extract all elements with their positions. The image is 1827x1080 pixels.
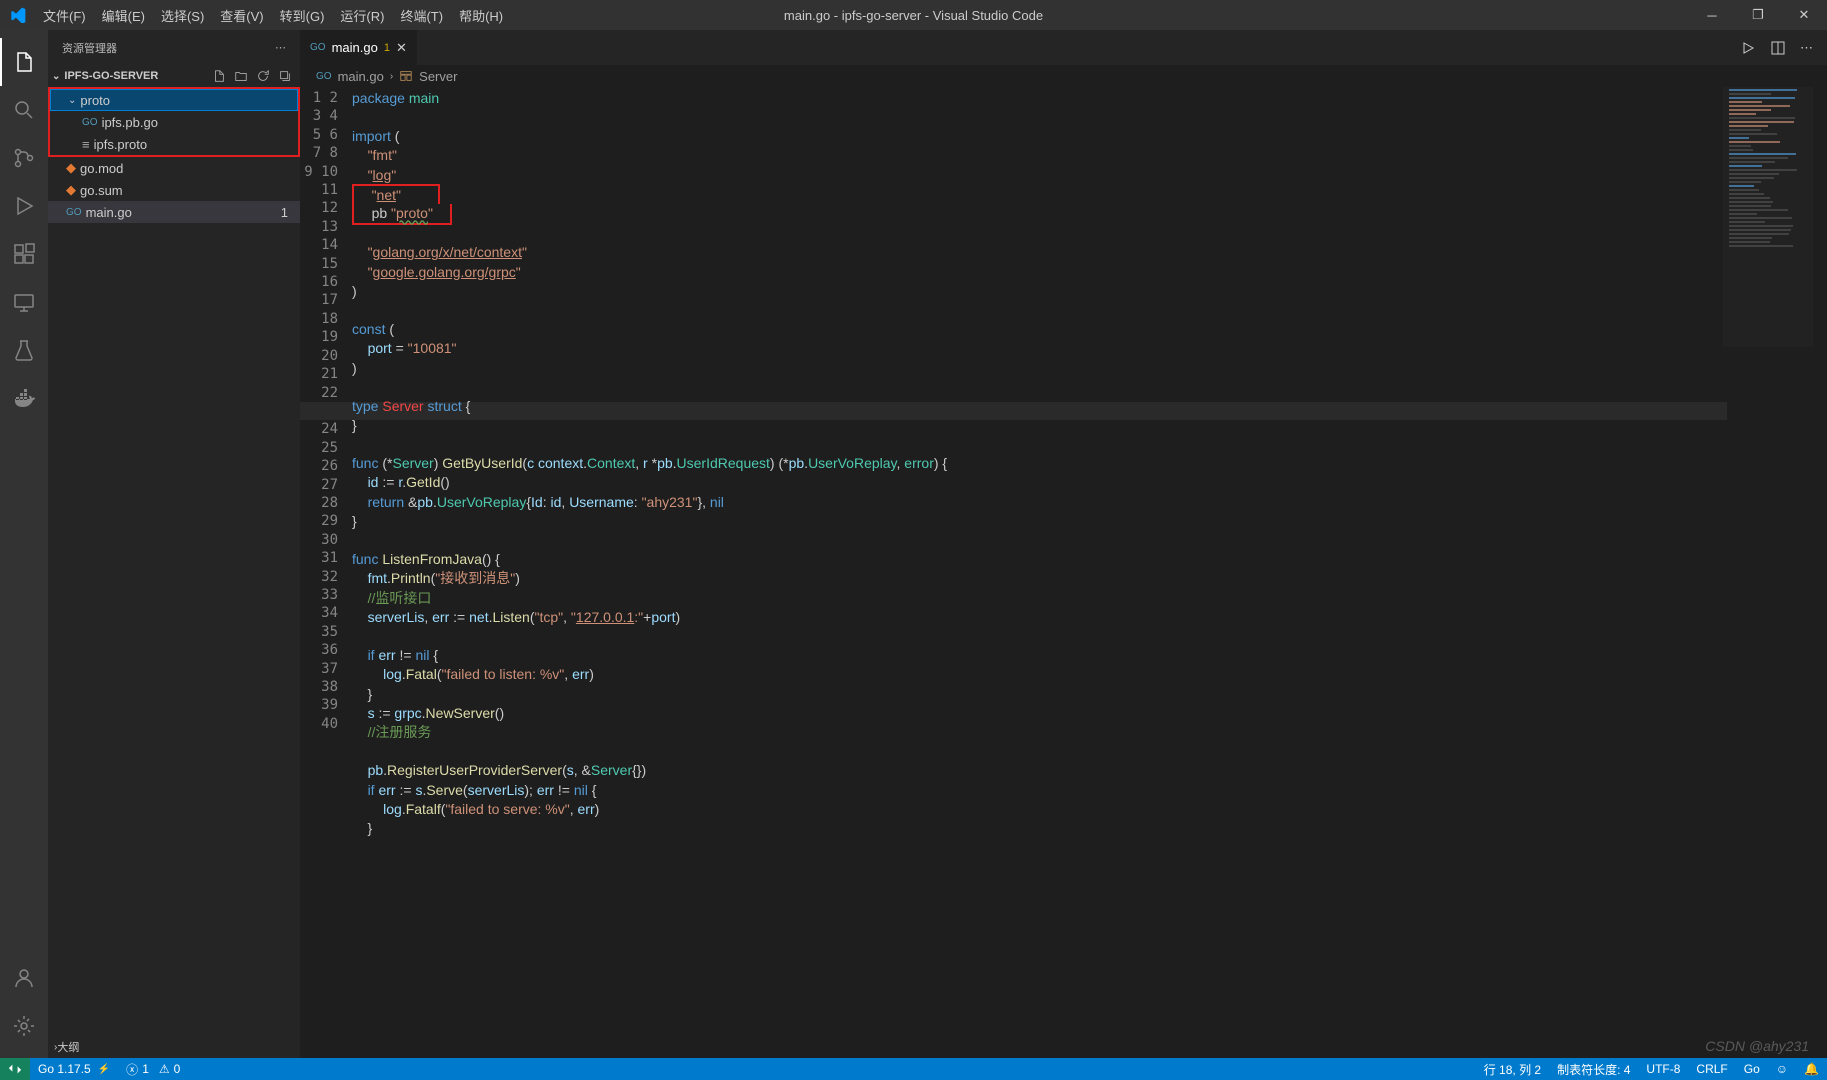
menu-item[interactable]: 终端(T) [392,0,451,30]
editor-area: GO main.go 1 ✕ ⋯ GO main.go › Server 1 2… [300,30,1827,1058]
menu-item[interactable]: 运行(R) [332,0,392,30]
line-numbers: 1 2 3 4 5 6 7 8 9 10 11 12 13 14 15 16 1… [300,87,352,1058]
testing-icon[interactable] [0,326,48,374]
menu-item[interactable]: 转到(G) [272,0,333,30]
maximize-button[interactable]: ❐ [1735,0,1781,30]
struct-icon [399,69,413,83]
status-bar: Go 1.17.5⚡ ⓧ1 ⚠0 行 18, 列 2 制表符长度: 4 UTF-… [0,1058,1827,1080]
extensions-icon[interactable] [0,230,48,278]
menu-item[interactable]: 编辑(E) [94,0,153,30]
docker-icon[interactable] [0,374,48,422]
new-folder-icon[interactable] [234,69,248,83]
chevron-down-icon: ⌄ [68,95,76,106]
file-icon: ◆ [66,182,76,198]
tree-item-label: main.go [86,205,132,220]
tree-item-label: go.mod [80,161,123,176]
tree-item-ipfs-proto[interactable]: ≡ ipfs.proto [50,133,298,155]
tree-item-ipfs-pb-go[interactable]: GO ipfs.pb.go [50,111,298,133]
more-icon[interactable]: ⋯ [275,41,286,54]
split-editor-icon[interactable] [1770,40,1786,56]
activity-bar [0,30,48,1058]
chevron-down-icon: ⌄ [52,71,60,82]
breadcrumb-symbol[interactable]: Server [419,69,457,84]
remote-indicator[interactable] [0,1058,30,1080]
status-encoding[interactable]: UTF-8 [1638,1058,1688,1080]
code-body[interactable]: package main import ( "fmt" "log" "net" … [352,87,1827,1058]
file-tree: ⌄ proto GO ipfs.pb.go ≡ ipfs.proto ◆ go.mod ◆ go.… [48,87,300,223]
status-feedback-icon[interactable]: ☺ [1768,1058,1796,1080]
remote-explorer-icon[interactable] [0,278,48,326]
tree-item-label: proto [80,93,110,108]
refresh-icon[interactable] [256,69,270,83]
status-notifications-icon[interactable]: 🔔 [1796,1058,1827,1080]
tab-bar: GO main.go 1 ✕ ⋯ [300,30,1827,65]
account-icon[interactable] [0,954,48,1002]
menu-item[interactable]: 文件(F) [35,0,94,30]
vscode-logo-icon [0,7,35,23]
tree-item-proto[interactable]: ⌄ proto [50,89,298,111]
search-icon[interactable] [0,86,48,134]
go-file-icon: GO [66,207,82,218]
outline-section[interactable]: › 大纲 [48,1036,300,1058]
menu-bar: 文件(F)编辑(E)选择(S)查看(V)转到(G)运行(R)终端(T)帮助(H) [35,0,511,30]
close-button[interactable]: ✕ [1781,0,1827,30]
menu-item[interactable]: 选择(S) [153,0,212,30]
tree-item-badge: 1 [281,205,288,220]
new-file-icon[interactable] [212,69,226,83]
menu-item[interactable]: 查看(V) [212,0,271,30]
status-eol[interactable]: CRLF [1688,1058,1735,1080]
tab-problems-badge: 1 [384,42,390,54]
sidebar-title: 资源管理器 ⋯ [48,30,300,65]
tab-label: main.go [332,40,378,55]
status-lang[interactable]: Go [1736,1058,1768,1080]
status-problems[interactable]: ⓧ1 ⚠0 [118,1058,188,1080]
tree-item-main-go[interactable]: GO main.go 1 [48,201,300,223]
folder-section-header[interactable]: ⌄ IPFS-GO-SERVER [48,65,300,87]
go-file-icon: GO [316,71,332,82]
breadcrumb-file[interactable]: main.go [338,69,384,84]
tree-item-go-sum[interactable]: ◆ go.sum [48,179,300,201]
window-title: main.go - ipfs-go-server - Visual Studio… [784,8,1043,23]
debug-icon[interactable] [0,182,48,230]
menu-item[interactable]: 帮助(H) [451,0,511,30]
tab-main-go[interactable]: GO main.go 1 ✕ [300,30,418,65]
minimap[interactable] [1723,87,1813,347]
run-icon[interactable] [1740,40,1756,56]
collapse-all-icon[interactable] [278,69,292,83]
go-file-icon: GO [82,117,98,128]
title-bar: 文件(F)编辑(E)选择(S)查看(V)转到(G)运行(R)终端(T)帮助(H)… [0,0,1827,30]
tree-item-label: go.sum [80,183,123,198]
minimize-button[interactable]: ─ [1689,0,1735,30]
file-icon: ◆ [66,160,76,176]
source-control-icon[interactable] [0,134,48,182]
code-editor[interactable]: 1 2 3 4 5 6 7 8 9 10 11 12 13 14 15 16 1… [300,87,1827,1058]
go-file-icon: GO [310,42,326,53]
settings-gear-icon[interactable] [0,1002,48,1050]
status-go-version[interactable]: Go 1.17.5⚡ [30,1058,118,1080]
tree-item-label: ipfs.proto [94,137,147,152]
breadcrumb[interactable]: GO main.go › Server [300,65,1827,87]
tree-item-go-mod[interactable]: ◆ go.mod [48,157,300,179]
proto-file-icon: ≡ [82,137,90,152]
more-actions-icon[interactable]: ⋯ [1800,40,1813,56]
tree-item-label: ipfs.pb.go [102,115,158,130]
explorer-sidebar: 资源管理器 ⋯ ⌄ IPFS-GO-SERVER ⌄ proto GO ipfs.pb… [48,30,300,1058]
status-line-col[interactable]: 行 18, 列 2 [1476,1058,1549,1080]
status-tabsize[interactable]: 制表符长度: 4 [1549,1058,1638,1080]
explorer-icon[interactable] [0,38,48,86]
tab-close-icon[interactable]: ✕ [396,40,407,56]
